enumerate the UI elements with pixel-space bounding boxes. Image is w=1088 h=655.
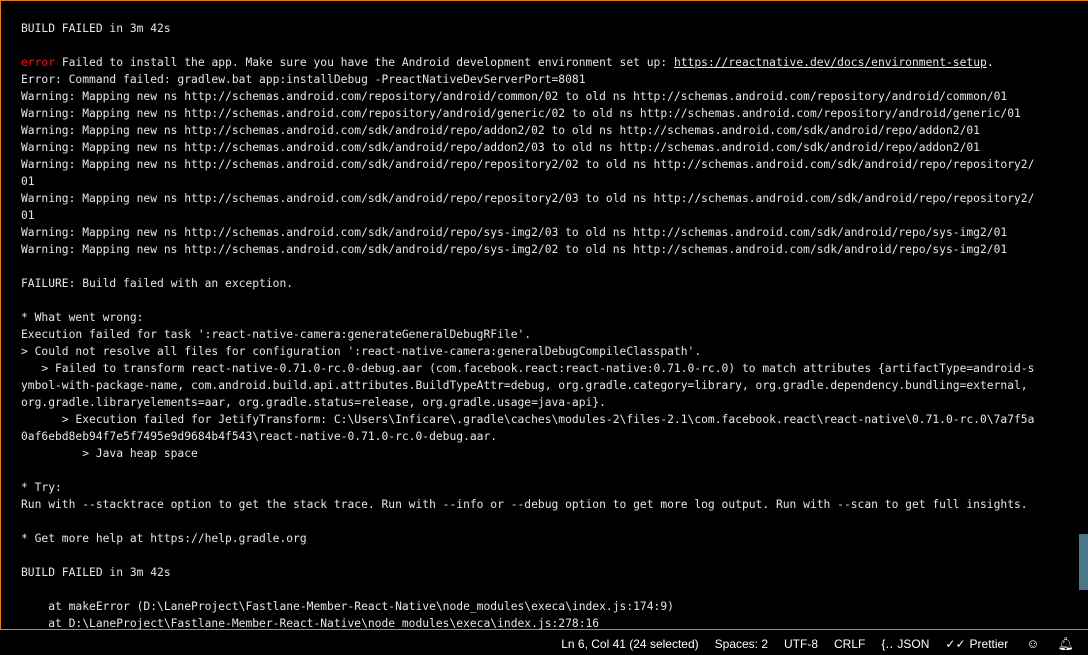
line-text: * Get more help at https://help.gradle.o… [21, 532, 307, 545]
terminal-line: Warning: Mapping new ns http://schemas.a… [21, 241, 1034, 258]
terminal-line: Warning: Mapping new ns http://schemas.a… [21, 139, 1034, 156]
terminal-line: Warning: Mapping new ns http://schemas.a… [21, 122, 1034, 139]
terminal-line: Run with --stacktrace option to get the … [21, 496, 1034, 513]
line-text: FAILURE: Build failed with an exception. [21, 277, 294, 290]
line-text: 0af6ebd8eb94f7e5f7495e9d9684b4f543\react… [21, 430, 498, 443]
line-text: Warning: Mapping new ns http://schemas.a… [21, 107, 1021, 120]
line-text: Execution failed for task ':react-native… [21, 328, 532, 341]
line-text: > Execution failed for JetifyTransform: … [21, 413, 1035, 426]
terminal-line: at D:\LaneProject\Fastlane-Member-React-… [21, 615, 1034, 630]
terminal-scrollbar[interactable] [1079, 534, 1088, 590]
terminal-line: FAILURE: Build failed with an exception. [21, 275, 1034, 292]
terminal-line: 01 [21, 173, 1034, 190]
terminal-line: ymbol-with-package-name, com.android.bui… [21, 377, 1034, 394]
double-check-icon: ✓✓ [945, 636, 966, 651]
terminal-line: Warning: Mapping new ns http://schemas.a… [21, 224, 1034, 241]
braces-icon: {‥ [881, 636, 894, 651]
terminal-line: > Java heap space [21, 445, 1034, 462]
terminal-line: > Failed to transform react-native-0.71.… [21, 360, 1034, 377]
line-text: Warning: Mapping new ns http://schemas.a… [21, 192, 1035, 205]
prettier-status[interactable]: ✓✓ Prettier [945, 637, 1008, 651]
terminal-line: org.gradle.libraryelements=aar, org.grad… [21, 394, 1034, 411]
terminal-line: BUILD FAILED in 3m 42s [21, 564, 1034, 581]
terminal-line: 0af6ebd8eb94f7e5f7495e9d9684b4f543\react… [21, 428, 1034, 445]
line-text: Error: Command failed: gradlew.bat app:i… [21, 73, 586, 86]
terminal-line: Warning: Mapping new ns http://schemas.a… [21, 156, 1034, 173]
line-text: ymbol-with-package-name, com.android.bui… [21, 379, 1028, 392]
line-text: > Failed to transform react-native-0.71.… [21, 362, 1035, 375]
terminal-output: BUILD FAILED in 3m 42s error Failed to in… [21, 20, 1035, 630]
line-text: at D:\LaneProject\Fastlane-Member-React-… [21, 617, 600, 630]
terminal-line: BUILD FAILED in 3m 42s [21, 20, 1034, 37]
terminal-line: * Get more help at https://help.gradle.o… [21, 530, 1034, 547]
terminal-line: 01 [21, 207, 1034, 224]
terminal-line: * Try: [21, 479, 1034, 496]
line-text: BUILD FAILED in 3m 42s [21, 22, 171, 35]
line-suffix: . [986, 56, 994, 69]
environment-setup-link[interactable]: https://reactnative.dev/docs/environment… [674, 56, 987, 69]
terminal-line: Warning: Mapping new ns http://schemas.a… [21, 88, 1034, 105]
line-ending[interactable]: CRLF [834, 637, 865, 651]
line-text: Warning: Mapping new ns http://schemas.a… [21, 141, 980, 154]
line-text: org.gradle.libraryelements=aar, org.grad… [21, 396, 606, 409]
language-label: JSON [897, 636, 930, 651]
terminal-line: at makeError (D:\LaneProject\Fastlane-Me… [21, 598, 1034, 615]
line-text: 01 [21, 175, 35, 188]
cursor-position[interactable]: Ln 6, Col 41 (24 selected) [561, 637, 698, 651]
terminal-line: error Failed to install the app. Make su… [21, 54, 1034, 71]
terminal-line: Warning: Mapping new ns http://schemas.a… [21, 105, 1034, 122]
line-text: Warning: Mapping new ns http://schemas.a… [21, 158, 1035, 171]
line-text: * What went wrong: [21, 311, 144, 324]
line-text: Failed to install the app. Make sure you… [55, 56, 674, 69]
terminal-line: Execution failed for task ':react-native… [21, 326, 1034, 343]
line-text: Warning: Mapping new ns http://schemas.a… [21, 124, 980, 137]
line-text: > Java heap space [21, 447, 198, 460]
line-text: Run with --stacktrace option to get the … [21, 498, 1028, 511]
bell-icon[interactable]: 🔔︎ [1057, 636, 1074, 652]
terminal-line: Warning: Mapping new ns http://schemas.a… [21, 190, 1034, 207]
line-text: Warning: Mapping new ns http://schemas.a… [21, 226, 1008, 239]
error-prefix: error [21, 56, 56, 69]
line-text: Warning: Mapping new ns http://schemas.a… [21, 90, 1008, 103]
line-text: Warning: Mapping new ns http://schemas.a… [21, 243, 1008, 256]
indentation[interactable]: Spaces: 2 [715, 637, 768, 651]
language-mode[interactable]: {‥ JSON [881, 637, 929, 651]
terminal-panel[interactable]: BUILD FAILED in 3m 42s error Failed to in… [0, 0, 1088, 630]
line-text: > Could not resolve all files for config… [21, 345, 702, 358]
feedback-person-icon[interactable]: ☺ [1026, 636, 1039, 651]
encoding[interactable]: UTF-8 [784, 637, 818, 651]
line-text: * Try: [21, 481, 62, 494]
prettier-label: Prettier [969, 636, 1009, 651]
terminal-line: > Execution failed for JetifyTransform: … [21, 411, 1035, 428]
line-text: 01 [21, 209, 35, 222]
status-bar: Ln 6, Col 41 (24 selected) Spaces: 2 UTF… [0, 632, 1088, 655]
line-text: at makeError (D:\LaneProject\Fastlane-Me… [21, 600, 674, 613]
terminal-line: > Could not resolve all files for config… [21, 343, 1034, 360]
terminal-line: Error: Command failed: gradlew.bat app:i… [21, 71, 1034, 88]
terminal-line: * What went wrong: [21, 309, 1034, 326]
line-text: BUILD FAILED in 3m 42s [21, 566, 171, 579]
